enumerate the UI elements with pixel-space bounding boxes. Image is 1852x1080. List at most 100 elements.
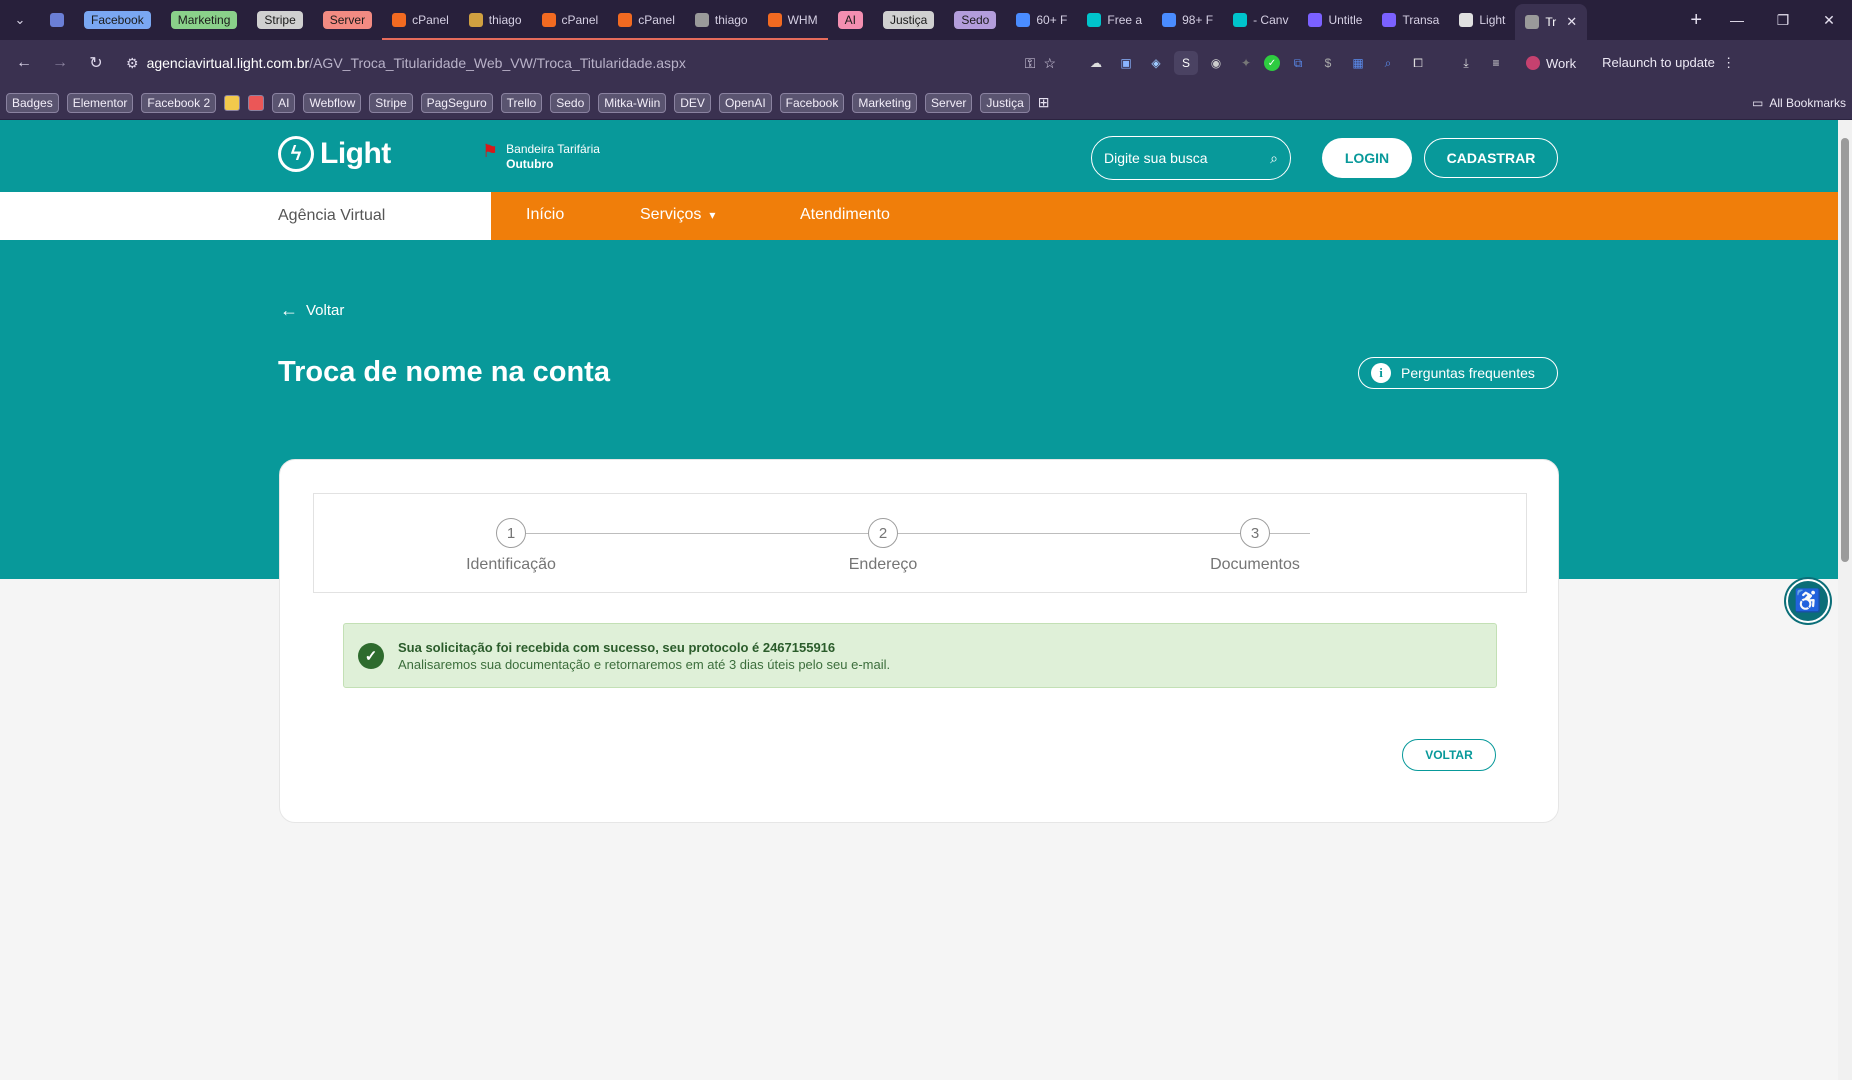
browser-tab[interactable]: Untitle <box>1298 5 1372 35</box>
browser-tab[interactable]: Light <box>1449 5 1515 35</box>
nav-item-inicio[interactable]: Início <box>526 206 564 224</box>
s-extension-icon[interactable]: S <box>1174 51 1198 75</box>
tab-group-label[interactable]: Stripe <box>247 5 312 35</box>
profile-button[interactable]: Work <box>1526 56 1576 71</box>
bookmark-item[interactable]: Marketing <box>852 92 918 113</box>
tab-group-label[interactable]: Facebook <box>74 5 161 35</box>
check-extension-icon[interactable]: ✓ <box>1264 55 1280 71</box>
download-icon[interactable]: ⤓ <box>1454 51 1478 75</box>
tab-favicon-icon <box>392 13 407 27</box>
tab-group-pill: Marketing <box>170 11 238 29</box>
forward-icon[interactable]: → <box>44 47 76 79</box>
register-button[interactable]: CADASTRAR <box>1424 138 1558 178</box>
extensions-puzzle-icon[interactable]: ⧠ <box>1406 51 1430 75</box>
address-bar[interactable]: ⚙ agenciavirtual.light.com.br/AGV_Troca_… <box>116 46 1066 80</box>
bookmark-item[interactable]: Justiça <box>980 92 1030 113</box>
step-label: Identificação <box>466 556 556 573</box>
light-logo[interactable]: ϟ Light <box>278 136 391 172</box>
browser-tab[interactable]: thiago <box>684 5 758 40</box>
grid-extension-icon[interactable]: ▦ <box>1346 51 1370 75</box>
camera-extension-icon[interactable]: ◉ <box>1204 51 1228 75</box>
back-link[interactable]: ← Voltar <box>280 300 344 321</box>
bookmark-item[interactable]: Sedo <box>550 92 591 113</box>
browser-tab[interactable]: cPanel <box>608 5 685 40</box>
bookmark-folder-icon[interactable] <box>248 94 265 111</box>
browser-tab[interactable]: Tr ✕ <box>1515 4 1588 40</box>
bookmark-item[interactable]: Elementor <box>66 92 134 113</box>
main-nav: Agência Virtual Início Serviços ▾ Atendi… <box>0 192 1838 240</box>
tab-group-label[interactable]: Sedo <box>944 5 1006 35</box>
bookmark-item[interactable]: Badges <box>6 92 59 113</box>
tab-group-label[interactable]: AI <box>828 5 873 35</box>
browser-tab[interactable]: cPanel <box>382 5 459 40</box>
restore-button[interactable]: ❐ <box>1760 0 1806 40</box>
back-icon[interactable]: ← <box>8 47 40 79</box>
bookmark-item[interactable]: OpenAI <box>718 92 772 113</box>
bookmark-item[interactable]: Trello <box>500 92 543 113</box>
dollar-extension-icon[interactable]: $ <box>1316 51 1340 75</box>
tab-title: cPanel <box>638 13 675 27</box>
cloud-extension-icon[interactable]: ☁ <box>1084 51 1108 75</box>
browser-tab[interactable]: 60+ F <box>1006 5 1077 35</box>
apps-grid-icon[interactable]: ⊞ <box>1038 94 1050 111</box>
progress-stepper: 1 Identificação 2 Endereço 3 Documentos <box>313 493 1527 593</box>
tab-group-label[interactable]: Justiça <box>873 5 944 35</box>
puzzle-extension-icon[interactable]: ✦ <box>1234 51 1258 75</box>
tab-favicon-icon <box>1087 13 1102 27</box>
bookmark-item[interactable]: Webflow <box>303 92 362 113</box>
bookmark-item[interactable]: Facebook <box>779 92 845 113</box>
bookmark-item[interactable]: Mitka-Wiin <box>598 92 667 113</box>
media-queue-icon[interactable]: ≡ <box>1484 51 1508 75</box>
accessibility-icon[interactable]: ♿ <box>1786 579 1830 623</box>
tab-favicon-icon <box>50 13 64 27</box>
nav-item-atendimento[interactable]: Atendimento <box>800 206 890 224</box>
browser-tab[interactable] <box>40 5 74 35</box>
bookmark-item[interactable]: DEV <box>674 92 711 113</box>
site-info-icon[interactable]: ⚙ <box>126 55 139 72</box>
password-key-icon[interactable]: ⚿ <box>1025 55 1036 72</box>
search-extension-icon[interactable]: ⌕ <box>1376 51 1400 75</box>
arrow-left-icon: ← <box>280 300 298 320</box>
bookmark-item[interactable]: AI <box>272 92 296 113</box>
all-bookmarks-button[interactable]: ▭ All Bookmarks <box>1752 96 1846 110</box>
scrollbar-thumb[interactable] <box>1841 138 1849 562</box>
folder-icon: ▭ <box>1751 95 1764 110</box>
bookmark-item[interactable]: Server <box>925 92 973 113</box>
search-icon[interactable]: ⌕ <box>1270 150 1278 167</box>
browser-tab[interactable]: thiago <box>458 5 532 40</box>
translate-extension-icon[interactable]: ⧉ <box>1286 51 1310 75</box>
bookmark-star-icon[interactable]: ☆ <box>1043 55 1056 72</box>
bookmark-item[interactable]: Stripe <box>369 92 413 113</box>
tab-title: thiago <box>714 13 748 27</box>
nav-item-servicos[interactable]: Serviços ▾ <box>640 206 715 224</box>
browser-tab[interactable]: - Canv <box>1223 5 1298 35</box>
save-extension-icon[interactable]: ▣ <box>1114 51 1138 75</box>
profile-avatar-icon <box>1526 56 1540 70</box>
tab-group-label[interactable]: Server <box>313 5 382 35</box>
close-window-button[interactable]: ✕ <box>1806 0 1852 40</box>
voltar-button[interactable]: VOLTAR <box>1402 739 1496 771</box>
login-button[interactable]: LOGIN <box>1322 138 1412 178</box>
browser-tab[interactable]: cPanel <box>531 5 609 40</box>
bandeira-tarifaria[interactable]: ⚑ Bandeira Tarifária Outubro <box>482 142 600 171</box>
relaunch-button[interactable]: Relaunch to update ⋮ <box>1602 55 1735 71</box>
close-tab-icon[interactable]: ✕ <box>1566 14 1577 30</box>
new-tab-button[interactable]: + <box>1678 9 1714 32</box>
reload-icon[interactable]: ↻ <box>80 47 112 79</box>
tab-title: thiago <box>488 13 522 27</box>
faq-button[interactable]: i Perguntas frequentes <box>1358 357 1558 389</box>
shield-extension-icon[interactable]: ◈ <box>1144 51 1168 75</box>
page-scrollbar[interactable] <box>1838 120 1852 1080</box>
info-icon: i <box>1371 363 1391 383</box>
browser-tab[interactable]: 98+ F <box>1152 5 1223 35</box>
minimize-button[interactable]: — <box>1714 0 1760 40</box>
bookmark-item[interactable]: Facebook 2 <box>141 92 217 113</box>
tab-group-label[interactable]: Marketing <box>161 5 248 35</box>
search-input[interactable] <box>1104 150 1254 166</box>
browser-tab[interactable]: WHM <box>757 5 828 40</box>
tab-search-button[interactable]: ⌄ <box>0 0 40 40</box>
bookmark-folder-icon[interactable] <box>224 94 241 111</box>
browser-tab[interactable]: Free a <box>1077 5 1152 35</box>
bookmark-item[interactable]: PagSeguro <box>420 92 493 113</box>
browser-tab[interactable]: Transa <box>1372 5 1449 35</box>
